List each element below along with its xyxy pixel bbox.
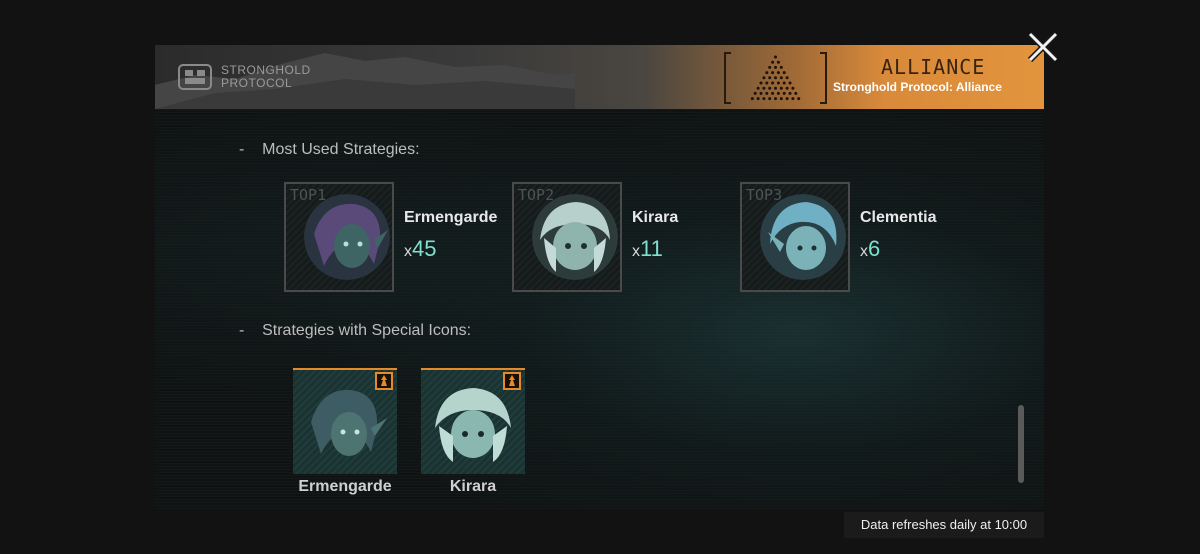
count-prefix: x xyxy=(404,243,412,260)
alliance-emblem-icon xyxy=(724,52,827,104)
most-used-heading: - Most Used Strategies: xyxy=(239,141,420,159)
brand-line-2: PROTOCOL xyxy=(221,76,293,90)
special-icon-name-ermengarde: Ermengarde xyxy=(298,478,392,495)
count-prefix: x xyxy=(632,243,640,260)
bullet: - xyxy=(239,322,245,339)
brand-text: STRONGHOLD PROTOCOL xyxy=(221,64,311,90)
panel-header: STRONGHOLD PROTOCOL ALLIANCE Stronghold … xyxy=(155,45,1044,109)
stats-panel: STRONGHOLD PROTOCOL ALLIANCE Stronghold … xyxy=(155,45,1044,509)
mountain-backdrop xyxy=(155,53,575,109)
count-prefix: x xyxy=(860,243,868,260)
strategy-card-top1[interactable]: TOP1 xyxy=(284,182,394,292)
special-icons-heading: - Strategies with Special Icons: xyxy=(239,322,471,340)
kirara-portrait-icon xyxy=(532,194,618,280)
alliance-title: ALLIANCE xyxy=(881,55,986,79)
special-icon-name-kirara: Kirara xyxy=(449,478,497,495)
ermengarde-portrait-icon xyxy=(304,194,390,280)
special-badge-icon xyxy=(503,372,521,390)
special-icon-card-ermengarde[interactable] xyxy=(293,368,397,474)
clementia-portrait-icon xyxy=(760,194,846,280)
special-icons-title: Strategies with Special Icons: xyxy=(262,322,472,339)
hero-name-top1: Ermengarde xyxy=(404,209,498,226)
hero-name-top3: Clementia xyxy=(860,209,937,226)
hero-count-top1: x45 xyxy=(404,236,436,262)
alliance-subtitle: Stronghold Protocol: Alliance xyxy=(833,80,1002,94)
most-used-title: Most Used Strategies: xyxy=(262,141,420,158)
refresh-note: Data refreshes daily at 10:00 xyxy=(844,512,1044,538)
hero-name-top2: Kirara xyxy=(632,209,679,226)
count-value: 6 xyxy=(868,236,881,261)
strategy-card-top2[interactable]: TOP2 xyxy=(512,182,622,292)
special-icon-card-kirara[interactable] xyxy=(421,368,525,474)
count-value: 45 xyxy=(412,236,437,261)
special-badge-icon xyxy=(375,372,393,390)
hero-count-top3: x6 xyxy=(860,236,880,262)
hero-count-top2: x11 xyxy=(632,236,663,262)
close-icon[interactable] xyxy=(1024,28,1062,66)
scrollbar[interactable] xyxy=(1018,405,1024,483)
bullet: - xyxy=(239,141,245,158)
stronghold-logo-icon xyxy=(178,64,212,90)
strategy-card-top3[interactable]: TOP3 xyxy=(740,182,850,292)
count-value: 11 xyxy=(640,236,663,261)
